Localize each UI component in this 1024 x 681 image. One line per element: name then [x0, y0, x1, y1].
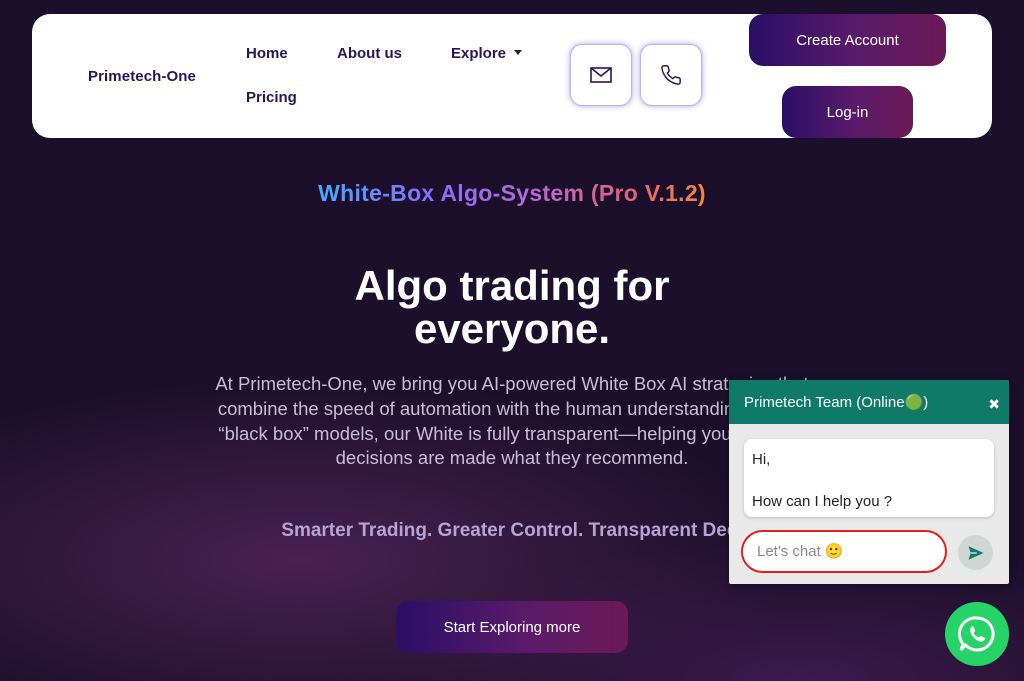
- login-button[interactable]: Log-in: [782, 86, 913, 138]
- hero-headline-line2: everyone.: [413, 305, 611, 352]
- hero-headline-line1: Algo trading for: [354, 262, 670, 309]
- hero-headline: Algo trading for everyone.: [262, 264, 762, 350]
- chat-input[interactable]: [741, 530, 947, 573]
- start-exploring-button[interactable]: Start Exploring more: [396, 601, 628, 653]
- chat-message: Hi, How can I help you ?: [744, 439, 994, 517]
- product-tagline: White-Box Algo-System (Pro V.1.2): [0, 180, 1024, 207]
- chat-question: How can I help you ?: [752, 493, 893, 510]
- email-button[interactable]: [570, 44, 632, 106]
- nav-explore-dropdown[interactable]: Explore: [451, 45, 523, 62]
- nav-home-link[interactable]: Home: [246, 45, 288, 62]
- create-account-button[interactable]: Create Account: [749, 14, 946, 66]
- phone-icon: [661, 65, 681, 85]
- whatsapp-button[interactable]: [945, 602, 1009, 666]
- whatsapp-icon: [957, 616, 995, 652]
- send-button[interactable]: [958, 535, 993, 570]
- chat-widget: Primetech Team (Online🟢) ✖ Hi, How can I…: [729, 380, 1009, 584]
- nav-pricing-link[interactable]: Pricing: [246, 89, 297, 106]
- caret-down-icon: [514, 50, 523, 55]
- product-tagline-text: White-Box Algo-System (Pro V.1.2): [318, 180, 706, 206]
- phone-button[interactable]: [640, 44, 702, 106]
- brand-logo[interactable]: Primetech-One: [88, 68, 196, 85]
- navbar: Primetech-One Home About us Explore Pric…: [32, 14, 992, 138]
- nav-explore-label: Explore: [451, 45, 507, 62]
- close-icon[interactable]: ✖: [988, 396, 1000, 413]
- chat-greeting: Hi,: [752, 451, 771, 468]
- nav-about-link[interactable]: About us: [337, 45, 402, 62]
- chat-title: Primetech Team (Online🟢): [744, 394, 929, 411]
- chat-header: Primetech Team (Online🟢) ✖: [729, 380, 1009, 424]
- send-icon: [968, 545, 983, 560]
- mail-icon: [590, 67, 612, 83]
